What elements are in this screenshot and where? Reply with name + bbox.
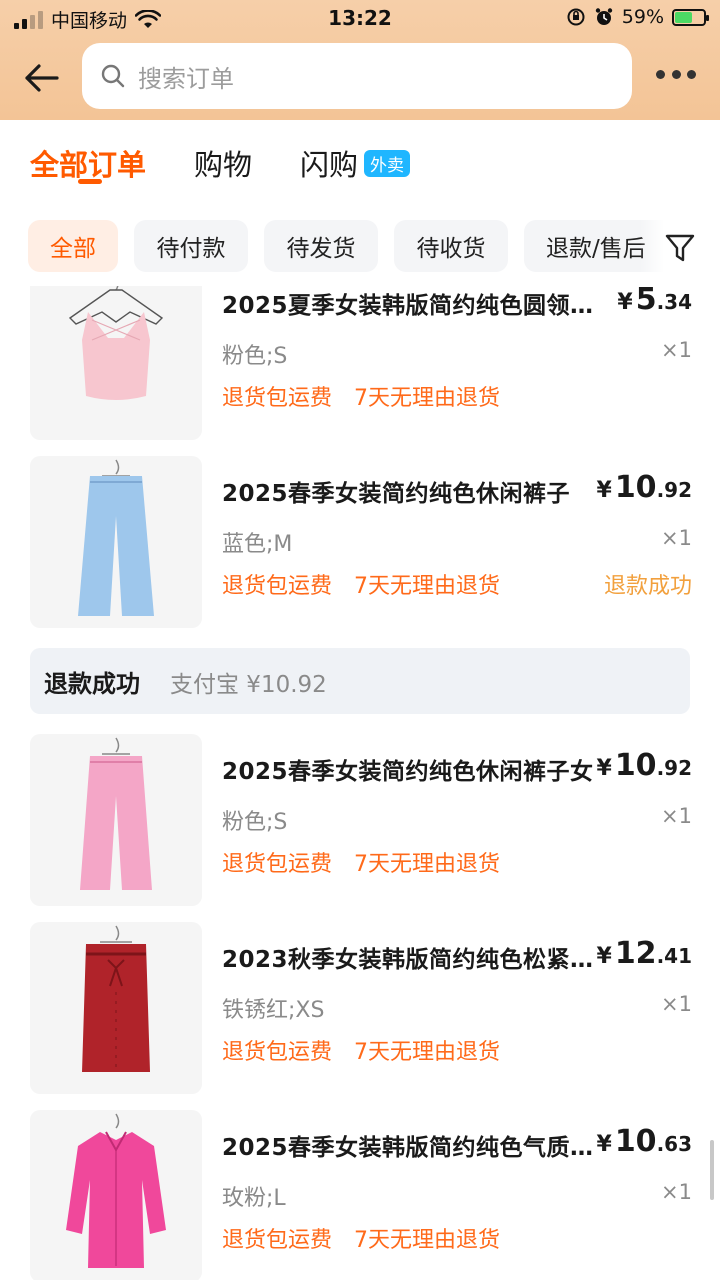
filter-pending-payment[interactable]: 待付款: [134, 220, 248, 272]
status-right: 59%: [566, 6, 709, 28]
order-item[interactable]: 2025夏季女装韩版简约纯色圆领针织吊带 ¥5.34 粉色;S ×1 退货包运费…: [0, 286, 720, 440]
orientation-lock-icon: [567, 8, 585, 26]
pink-top-image: [68, 286, 164, 400]
filter-pending-shipment[interactable]: 待发货: [264, 220, 378, 272]
order-item[interactable]: 2025春季女装简约纯色休闲裤子 ¥10.92 蓝色;M ×1 退货包运费 7天…: [0, 456, 720, 628]
seven-day-return-tag: 7天无理由退货: [354, 1228, 500, 1253]
alarm-icon: [595, 8, 612, 25]
product-title[interactable]: 2025夏季女装韩版简约纯色圆领针织吊带: [222, 286, 597, 320]
battery-charging-icon: [672, 8, 709, 26]
product-quantity: ×1: [661, 526, 692, 550]
product-thumbnail[interactable]: [30, 456, 202, 628]
price-integer: 10: [614, 1124, 657, 1159]
product-title[interactable]: 2025春季女装简约纯色休闲裤子: [222, 474, 597, 508]
product-price: ¥12.41: [596, 936, 693, 971]
back-button[interactable]: [20, 58, 64, 98]
order-item[interactable]: 2023秋季女装韩版简约纯色松紧腰半身裙 ¥12.41 铁锈红;XS ×1 退货…: [0, 922, 720, 1094]
tab-all-orders[interactable]: 全部订单: [30, 142, 146, 184]
seven-day-return-tag: 7天无理由退货: [354, 852, 500, 877]
battery-fill: [675, 11, 692, 23]
price-decimal: .63: [656, 1132, 692, 1156]
return-shipping-tag: 退货包运费: [222, 574, 333, 599]
price-decimal: .92: [656, 478, 692, 502]
payment-info: 支付宝 ¥10.92: [170, 672, 327, 698]
top-header: 中国移动 13:22 59% 搜索订单: [0, 0, 720, 120]
search-input[interactable]: 搜索订单: [82, 43, 632, 109]
product-price: ¥10.92: [596, 748, 693, 783]
tab-shopping[interactable]: 购物: [194, 142, 252, 184]
order-item[interactable]: 2025春季女装韩版简约纯色气质衬衫 ¥10.63 玫粉;L ×1 退货包运费 …: [0, 1110, 720, 1280]
return-shipping-tag: 退货包运费: [222, 1228, 333, 1253]
product-thumbnail[interactable]: [30, 286, 202, 440]
product-price: ¥10.92: [596, 470, 693, 505]
filter-all[interactable]: 全部: [28, 220, 118, 272]
battery-percent: 59%: [621, 6, 664, 28]
more-dots-icon: [671, 69, 681, 79]
price-decimal: .34: [656, 290, 692, 314]
product-thumbnail[interactable]: [30, 922, 202, 1094]
status-bar: 中国移动 13:22 59%: [0, 0, 720, 36]
tab-flash-buy[interactable]: 闪购 外卖: [300, 142, 411, 184]
scrollbar[interactable]: [710, 1140, 714, 1200]
blue-pants-image: [78, 459, 154, 616]
product-spec: 粉色;S: [222, 810, 288, 835]
product-quantity: ×1: [661, 338, 692, 362]
price-integer: 10: [614, 470, 657, 505]
price-integer: 12: [614, 936, 657, 971]
product-title[interactable]: 2025春季女装韩版简约纯色气质衬衫: [222, 1128, 597, 1162]
pink-shirt-image: [66, 1113, 166, 1268]
order-status: 退款成功: [44, 670, 140, 698]
product-spec: 玫粉;L: [222, 1186, 286, 1211]
price-decimal: .41: [656, 944, 692, 968]
seven-day-return-tag: 7天无理由退货: [354, 1040, 500, 1065]
product-title[interactable]: 2023秋季女装韩版简约纯色松紧腰半身裙: [222, 940, 597, 974]
search-placeholder: 搜索订单: [138, 64, 234, 93]
more-dots-icon: [656, 69, 665, 79]
filter-bar: 全部 待付款 待发货 待收货 退款/售后: [0, 200, 720, 286]
arrow-left-icon: [25, 64, 59, 92]
product-quantity: ×1: [661, 1180, 692, 1204]
return-shipping-tag: 退货包运费: [222, 852, 333, 877]
pink-pants-image: [80, 737, 152, 890]
return-shipping-tag: 退货包运费: [222, 386, 333, 411]
more-dots-icon: [687, 69, 696, 79]
product-spec: 蓝色;M: [222, 532, 293, 557]
funnel-icon[interactable]: [664, 232, 696, 264]
price-integer: 10: [614, 748, 657, 783]
product-spec: 铁锈红;XS: [222, 998, 325, 1023]
return-shipping-tag: 退货包运费: [222, 1040, 333, 1065]
product-thumbnail[interactable]: [30, 734, 202, 906]
refund-status: 退款成功: [603, 574, 692, 599]
red-skirt-image: [82, 925, 150, 1072]
product-quantity: ×1: [661, 992, 692, 1016]
product-quantity: ×1: [661, 804, 692, 828]
filter-pending-receipt[interactable]: 待收货: [394, 220, 508, 272]
product-price: ¥5.34: [617, 286, 692, 317]
search-icon: [101, 64, 125, 88]
price-decimal: .92: [656, 756, 692, 780]
product-thumbnail[interactable]: [30, 1110, 202, 1280]
product-price: ¥10.63: [596, 1124, 693, 1159]
price-integer: 5: [635, 286, 657, 317]
product-spec: 粉色;S: [222, 344, 288, 369]
product-title[interactable]: 2025春季女装简约纯色休闲裤子女: [222, 752, 597, 786]
order-item[interactable]: 2025春季女装简约纯色休闲裤子女 ¥10.92 粉色;S ×1 退货包运费 7…: [0, 734, 720, 906]
order-group-header[interactable]: 退款成功 支付宝 ¥10.92: [30, 648, 690, 714]
tab-flash-buy-label: 闪购: [300, 148, 359, 182]
order-list: 2025夏季女装韩版简约纯色圆领针织吊带 ¥5.34 粉色;S ×1 退货包运费…: [0, 286, 720, 1280]
active-tab-indicator: [78, 179, 102, 184]
waimai-badge: 外卖: [364, 150, 411, 177]
more-options-button[interactable]: [656, 62, 696, 86]
main-tabs: 全部订单 购物 闪购 外卖: [0, 120, 720, 200]
seven-day-return-tag: 7天无理由退货: [354, 386, 500, 411]
seven-day-return-tag: 7天无理由退货: [354, 574, 500, 599]
